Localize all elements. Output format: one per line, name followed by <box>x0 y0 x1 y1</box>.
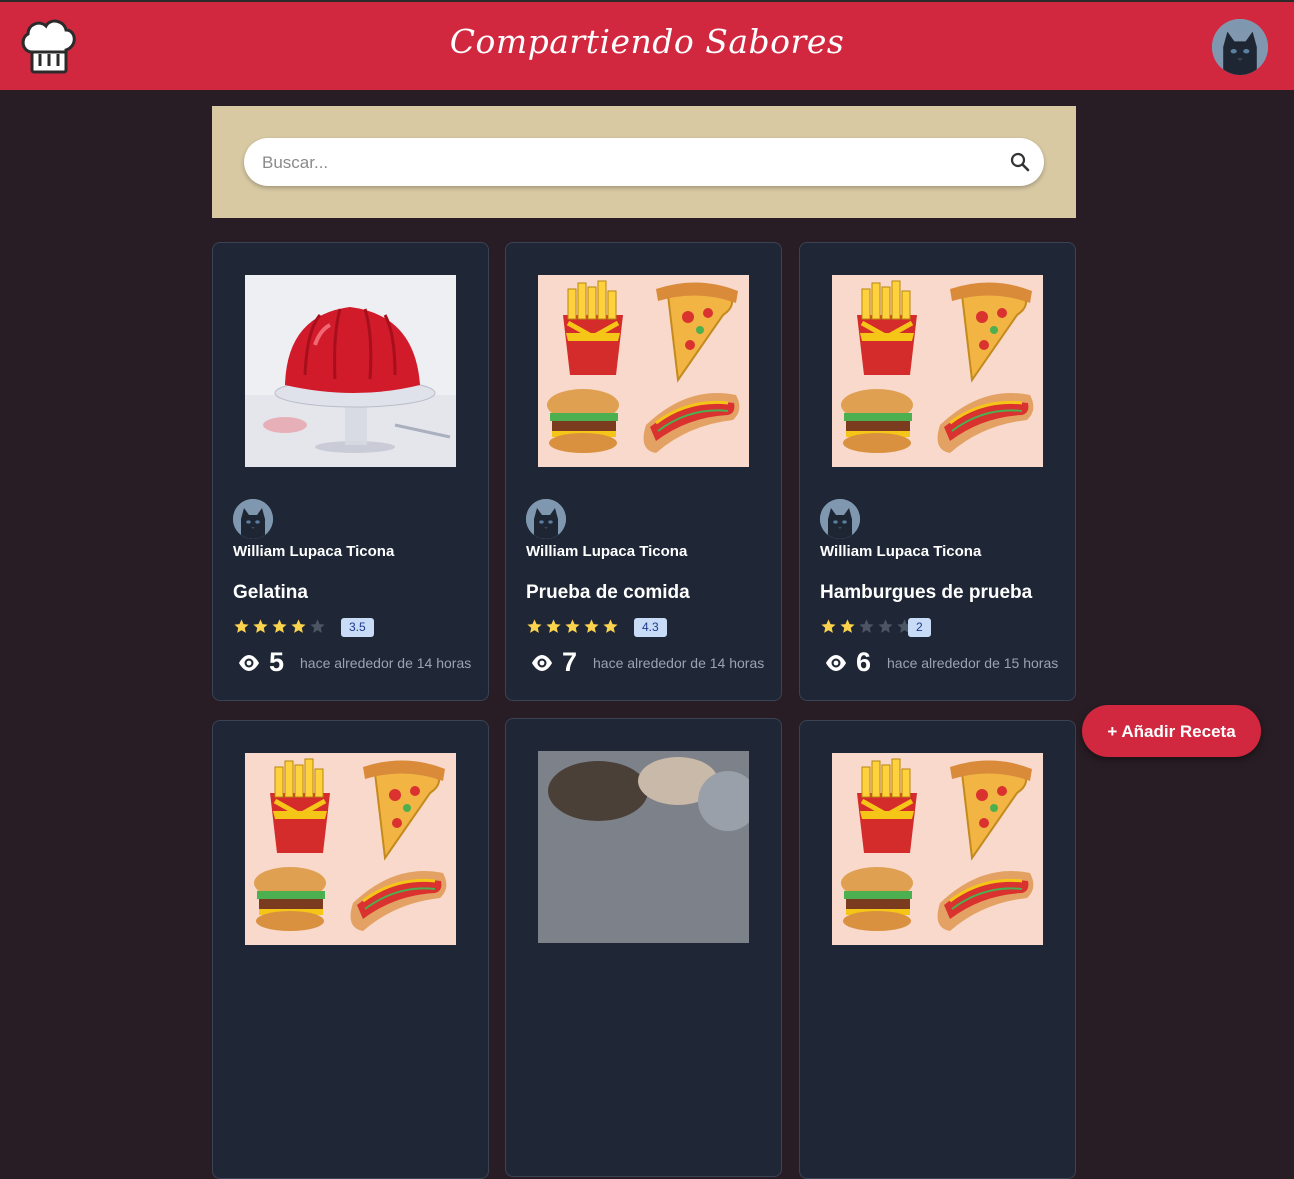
app-title: Compartiendo Sabores <box>449 22 845 61</box>
eye-icon <box>824 653 848 673</box>
rating-badge: 2 <box>908 618 931 637</box>
user-avatar[interactable] <box>1212 19 1268 75</box>
star-filled-icon <box>545 618 562 635</box>
star-empty-icon <box>309 618 326 635</box>
recipe-image[interactable] <box>832 753 1043 945</box>
recipe-card[interactable]: William Lupaca Ticona Hamburgues de prue… <box>799 242 1076 701</box>
star-rating <box>820 618 913 636</box>
recipe-image[interactable] <box>832 275 1043 467</box>
views-count: 6 <box>856 647 872 677</box>
recipe-image[interactable] <box>245 275 456 467</box>
top-navbar: Compartiendo Sabores <box>0 0 1294 90</box>
recipe-card[interactable] <box>799 720 1076 1179</box>
star-rating <box>526 618 619 636</box>
recipe-card[interactable]: William Lupaca Ticona Gelatina 3.5 5 hac… <box>212 242 489 701</box>
star-empty-icon <box>877 618 894 635</box>
author-name[interactable]: William Lupaca Ticona <box>820 543 981 560</box>
recipe-image[interactable] <box>538 275 749 467</box>
star-filled-icon <box>252 618 269 635</box>
time-ago: hace alrededor de 14 horas <box>300 655 472 671</box>
rating-badge: 3.5 <box>341 618 374 637</box>
star-filled-icon <box>526 618 543 635</box>
author-avatar[interactable] <box>233 499 273 539</box>
recipe-title[interactable]: Hamburgues de prueba <box>820 582 1032 604</box>
star-filled-icon <box>583 618 600 635</box>
star-filled-icon <box>820 618 837 635</box>
recipe-card[interactable] <box>212 720 489 1179</box>
author-avatar[interactable] <box>526 499 566 539</box>
recipe-image[interactable] <box>245 753 456 945</box>
views-count: 5 <box>269 647 285 677</box>
rating-badge: 4.3 <box>634 618 667 637</box>
eye-icon <box>530 653 554 673</box>
search-box <box>244 138 1044 188</box>
star-filled-icon <box>602 618 619 635</box>
search-icon[interactable] <box>1010 152 1030 172</box>
star-empty-icon <box>858 618 875 635</box>
search-input[interactable] <box>260 138 994 188</box>
author-name[interactable]: William Lupaca Ticona <box>233 543 394 560</box>
eye-icon <box>237 653 261 673</box>
star-filled-icon <box>839 618 856 635</box>
author-avatar[interactable] <box>820 499 860 539</box>
time-ago: hace alrededor de 14 horas <box>593 655 765 671</box>
author-name[interactable]: William Lupaca Ticona <box>526 543 687 560</box>
recipe-image[interactable] <box>538 751 749 943</box>
recipe-card[interactable]: William Lupaca Ticona Prueba de comida 4… <box>505 242 782 701</box>
add-recipe-button[interactable]: + Añadir Receta <box>1082 705 1261 757</box>
time-ago: hace alrededor de 15 horas <box>887 655 1059 671</box>
star-filled-icon <box>233 618 250 635</box>
recipe-title[interactable]: Gelatina <box>233 582 308 604</box>
star-filled-icon <box>564 618 581 635</box>
star-filled-icon <box>271 618 288 635</box>
star-rating <box>233 618 326 636</box>
recipe-title[interactable]: Prueba de comida <box>526 582 690 604</box>
star-filled-icon <box>290 618 307 635</box>
views-count: 7 <box>562 647 578 677</box>
search-panel <box>212 106 1076 218</box>
